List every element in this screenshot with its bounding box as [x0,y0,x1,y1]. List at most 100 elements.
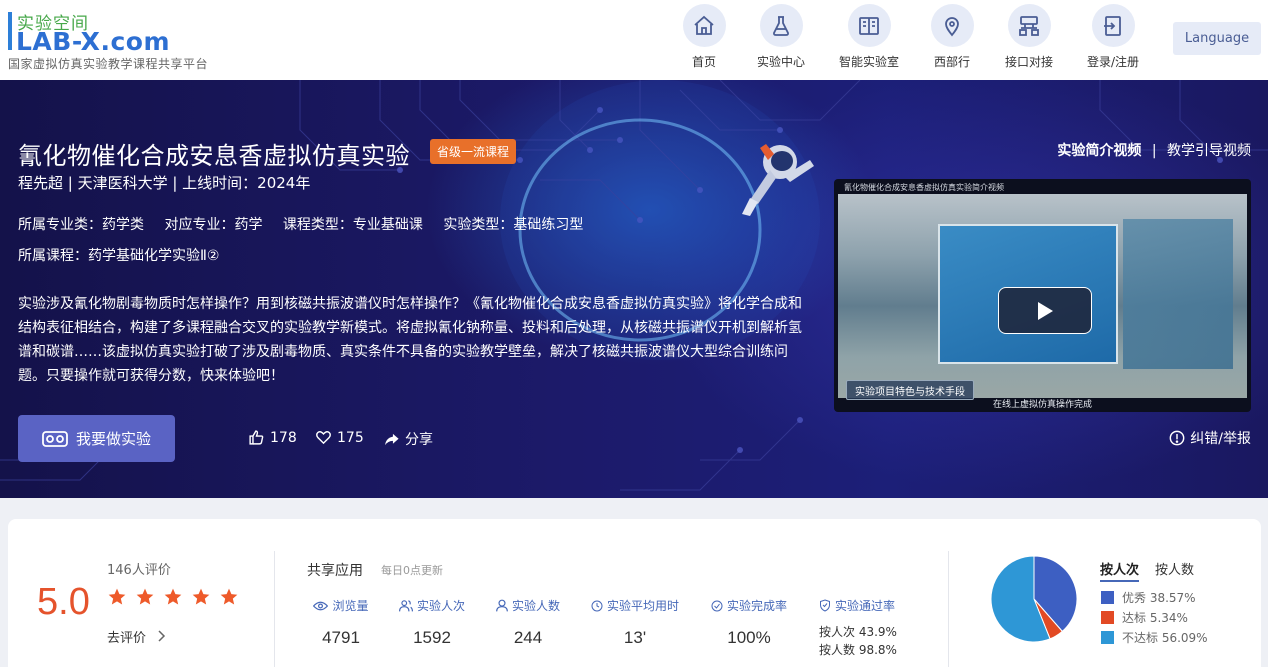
book-icon [859,16,879,35]
play-button[interactable] [998,287,1092,334]
vr-goggles-icon [42,430,68,447]
legend-pass-label: 达标 5.34% [1122,610,1188,625]
nav-item-smart-lab[interactable]: 智能实验室 [824,4,914,70]
review-count: 146人评价 [107,563,171,578]
tab-by-people[interactable]: 按人数 [1155,559,1194,582]
video-tabs: 实验简介视频 | 教学引导视频 [1057,140,1251,160]
meta-experiment-type: 实验类型：基础练习型 [443,217,584,233]
share-note: 每日0点更新 [381,564,443,577]
course-description: 实验涉及氰化物剧毒物质时怎样操作？用到核磁共振波谱仪时怎样操作？《氰化物催化合成… [18,296,802,384]
metric-avg-time-value: 13' [623,628,647,647]
share-icon [385,433,399,445]
rating-score: 5.0 [37,581,90,623]
star-icon [220,588,238,605]
divider-right [948,551,949,667]
site-logo[interactable]: 实验空间 LAB-X.com 国家虚拟仿真实验教学课程共享平台 [8,8,268,72]
star-icon [108,588,126,605]
metric-people-label: 实验人数 [511,599,560,613]
nav-label-interface: 接口对接 [1004,55,1053,69]
metric-attempts-value: 1592 [413,628,451,647]
star-icon [164,588,182,605]
clock-icon [591,600,603,611]
map-pin-icon [945,16,959,36]
share-button[interactable]: 分享 [383,429,433,449]
nav-label-lab-center: 实验中心 [756,55,805,69]
top-header: 实验空间 LAB-X.com 国家虚拟仿真实验教学课程共享平台 首页 实验中心 … [0,0,1268,80]
metric-completion: 实验完成率 100% [708,597,790,648]
metric-views-value: 4791 [322,628,360,647]
start-experiment-button[interactable]: 我要做实验 [18,415,175,462]
legend-pass: 达标 5.34% [1101,607,1208,627]
meta-course-type: 课程类型：专业基础课 [282,217,423,233]
like-count: 178 [270,429,297,446]
course-author: 程先超 | 天津医科大学 | 上线时间：2024年 [18,174,311,192]
video-player[interactable]: 氰化物催化合成安息香虚拟仿真实验简介视频 实验项目特色与技术手段 在线上虚拟仿真… [834,179,1251,412]
go-review-link[interactable]: 去评价 [107,627,166,646]
chevron-right-icon [158,630,166,642]
report-label: 纠错/举报 [1190,431,1251,447]
video-tab-separator: | [1151,143,1157,159]
logo-en-text: LAB-X.com [16,27,170,56]
tab-intro-video[interactable]: 实验简介视频 [1057,143,1141,159]
tab-by-attempts[interactable]: 按人次 [1100,559,1140,582]
pass-by-people: 按人数 98.8% [819,643,897,657]
divider-left [274,551,275,667]
legend-fail-label: 不达标 56.09% [1122,630,1208,645]
tab-guide-video[interactable]: 教学引导视频 [1167,143,1251,159]
metric-pass-rate-label: 实验通过率 [834,599,895,613]
language-button[interactable]: Language [1173,22,1261,55]
metric-attempts: 实验人次 1592 [396,597,468,648]
metric-pass-rate: 实验通过率 [816,597,898,614]
home-icon [694,15,714,35]
nav-item-login[interactable]: 登录/注册 [1068,4,1158,70]
metric-views: 浏览量 4791 [308,597,374,648]
meta-major-category: 所属专业类：药学类 [18,217,144,233]
network-icon [1019,15,1039,36]
star-icon [136,588,154,605]
course-badge: 省级一流课程 [430,139,517,164]
heart-icon [316,431,331,445]
metric-completion-label: 实验完成率 [726,599,787,613]
metric-people-value: 244 [513,628,543,647]
metric-avg-time: 实验平均用时 13' [588,597,682,648]
stats-card: 5.0 146人评价 去评价 共享应用 每日0点更新 浏览量 4791 实验人次… [8,519,1261,667]
report-button[interactable]: 纠错/举报 [1169,428,1251,448]
meta-course: 所属课程：药学基础化学实验Ⅱ② [18,248,220,264]
star-icon [192,588,210,605]
legend-fail: 不达标 56.09% [1101,627,1208,647]
metric-people: 实验人数 244 [492,597,564,648]
legend-swatch-fail [1101,630,1114,644]
like-button[interactable]: 178 [248,429,297,446]
share-label: 分享 [405,432,433,448]
rating-stars [107,587,239,607]
distribution-tabs: 按人次 按人数 [1100,559,1194,582]
legend-swatch-pass [1101,610,1114,624]
favorite-count: 175 [337,429,364,446]
check-circle-icon [711,600,723,611]
video-caption-bottom: 在线上虚拟仿真操作完成 [992,400,1092,410]
metric-avg-time-label: 实验平均用时 [606,599,679,613]
logo-bar [8,12,12,50]
course-meta-row: 所属专业类：药学类 对应专业：药学 课程类型：专业基础课 实验类型：基础练习型 [18,214,583,234]
video-caption-top: 氰化物催化合成安息香虚拟仿真实验简介视频 [844,183,1004,192]
shield-icon [819,599,830,612]
nav-label-smart-lab: 智能实验室 [838,55,899,69]
nav-item-lab-center[interactable]: 实验中心 [736,4,826,70]
pie-legend: 优秀 38.57% 达标 5.34% 不达标 56.09% [1101,587,1208,647]
play-icon [1038,301,1053,320]
pass-by-attempts: 按人次 43.9% [819,625,897,639]
favorite-button[interactable]: 175 [315,429,364,446]
nav-item-interface[interactable]: 接口对接 [984,4,1074,70]
course-title: 氰化物催化合成安息香虚拟仿真实验 [18,142,410,170]
eye-icon [313,601,329,610]
legend-swatch-excellent [1101,590,1114,604]
metric-views-label: 浏览量 [332,599,369,613]
video-thumbnail: 实验项目特色与技术手段 [838,194,1247,400]
start-experiment-label: 我要做实验 [75,430,151,448]
course-banner: 氰化物催化合成安息香虚拟仿真实验 省级一流课程 程先超 | 天津医科大学 | 上… [0,80,1268,498]
login-icon [1104,15,1121,36]
metric-completion-value: 100% [727,628,771,647]
legend-excellent: 优秀 38.57% [1101,587,1208,607]
legend-excellent-label: 优秀 38.57% [1122,590,1196,605]
flask-icon [773,15,789,36]
